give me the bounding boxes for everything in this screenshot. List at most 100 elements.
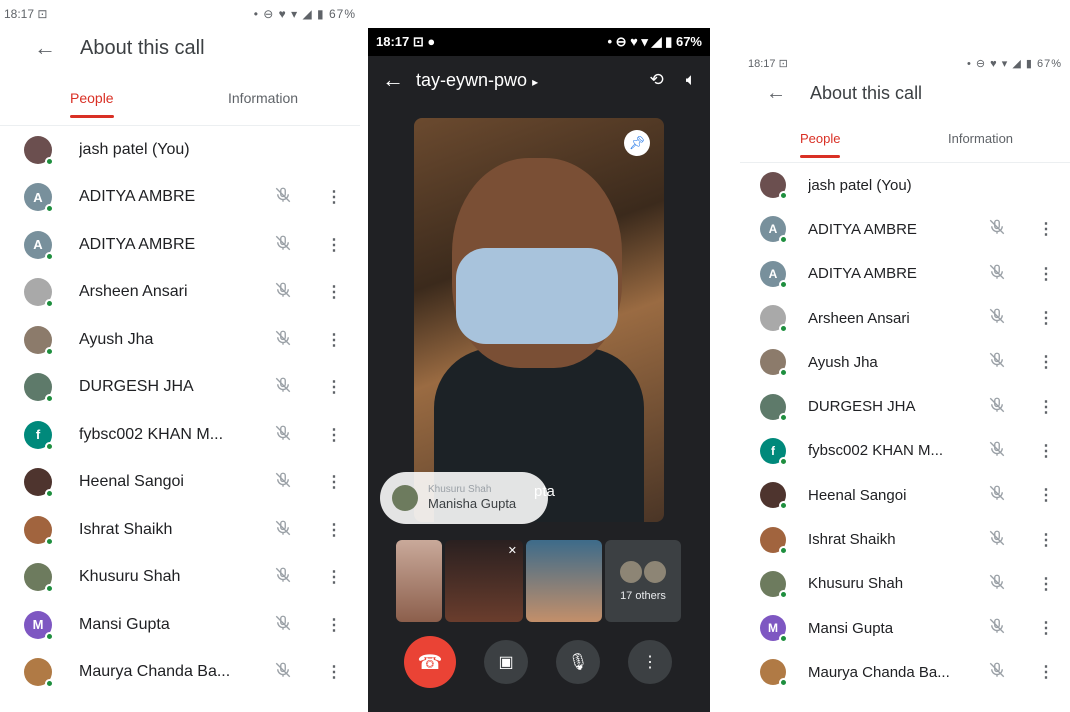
- more-vert-icon[interactable]: ⋮: [326, 235, 342, 255]
- mic-off-icon: [274, 424, 292, 446]
- pin-icon[interactable]: 📌︎: [624, 130, 650, 156]
- person-name: Khusuru Shah: [79, 568, 181, 586]
- battery-level: 67%: [675, 34, 702, 49]
- more-vert-icon[interactable]: ⋮: [1038, 574, 1054, 594]
- person-row[interactable]: Arsheen Ansari ⋮: [0, 269, 360, 317]
- cast-icon: ⊡: [37, 7, 48, 21]
- main-participant-video[interactable]: 📌︎ pta: [414, 118, 664, 522]
- avatar: [760, 482, 788, 511]
- person-row[interactable]: A ADITYA AMBRE ⋮: [0, 221, 360, 269]
- mic-off-icon: [274, 471, 292, 493]
- more-vert-icon[interactable]: ⋮: [1038, 219, 1054, 239]
- participant-thumbnail[interactable]: ✕: [445, 540, 523, 622]
- avatar: [24, 658, 54, 689]
- more-vert-icon[interactable]: ⋮: [326, 520, 342, 540]
- person-row[interactable]: f fybsc002 KHAN M... ⋮: [740, 429, 1070, 473]
- tab-information[interactable]: Information: [228, 90, 298, 106]
- avatar: [24, 373, 54, 404]
- person-row[interactable]: Heenal Sangoi ⋮: [740, 473, 1070, 517]
- avatar: A: [760, 216, 788, 245]
- mic-toggle-button[interactable]: 🎙︎: [556, 640, 600, 684]
- person-name: DURGESH JHA: [79, 378, 194, 396]
- person-row[interactable]: Arsheen Ansari ⋮: [740, 296, 1070, 340]
- more-vert-icon[interactable]: ⋮: [1038, 662, 1054, 682]
- tab-people[interactable]: People: [70, 90, 114, 118]
- person-row[interactable]: jash patel (You): [0, 126, 360, 174]
- avatar: f: [24, 420, 54, 451]
- person-row[interactable]: Ishrat Shaikh ⋮: [740, 517, 1070, 561]
- person-row[interactable]: Heenal Sangoi ⋮: [0, 459, 360, 507]
- participant-thumbnail[interactable]: [526, 540, 602, 622]
- back-arrow-icon[interactable]: ←: [766, 82, 810, 105]
- video-camera-icon: ▣: [498, 654, 514, 671]
- person-row[interactable]: Ayush Jha ⋮: [0, 316, 360, 364]
- more-vert-icon[interactable]: ⋮: [326, 615, 342, 635]
- more-vert-icon[interactable]: ⋮: [1038, 485, 1054, 505]
- person-row[interactable]: Khusuru Shah ⋮: [740, 562, 1070, 606]
- tab-information[interactable]: Information: [948, 131, 1013, 146]
- person-row[interactable]: DURGESH JHA ⋮: [0, 364, 360, 412]
- more-vert-icon[interactable]: ⋮: [326, 567, 342, 587]
- person-name: Mansi Gupta: [79, 615, 170, 633]
- person-row[interactable]: f fybsc002 KHAN M... ⋮: [0, 411, 360, 459]
- person-row[interactable]: A ADITYA AMBRE ⋮: [740, 252, 1070, 296]
- more-vert-icon[interactable]: ⋮: [326, 472, 342, 492]
- more-vert-icon[interactable]: ⋮: [1038, 618, 1054, 638]
- person-row[interactable]: Ayush Jha ⋮: [740, 340, 1070, 384]
- more-vert-icon[interactable]: ⋮: [1038, 308, 1054, 328]
- end-call-button[interactable]: ☎: [404, 636, 456, 688]
- more-vert-icon[interactable]: ⋮: [326, 282, 342, 302]
- mic-off-icon: [274, 566, 292, 588]
- person-name: Ishrat Shaikh: [808, 531, 896, 549]
- avatar: [24, 278, 54, 309]
- battery-level: 67%: [328, 7, 356, 21]
- avatar: M: [760, 615, 788, 644]
- chevron-right-icon: ▸: [532, 74, 539, 89]
- person-row[interactable]: A ADITYA AMBRE ⋮: [740, 207, 1070, 251]
- avatar-initial: A: [768, 222, 778, 237]
- more-vert-icon[interactable]: ⋮: [326, 377, 342, 397]
- status-icons: • ⊖ ♥ ▾ ◢ ▮: [253, 7, 325, 21]
- online-status-dot: [45, 489, 54, 499]
- back-arrow-icon[interactable]: ←: [382, 67, 416, 93]
- person-row[interactable]: Maurya Chanda Ba... ⋮: [740, 650, 1070, 694]
- person-name: Ayush Jha: [808, 353, 878, 371]
- mic-off-icon: [274, 186, 292, 208]
- more-vert-icon[interactable]: ⋮: [1038, 530, 1054, 550]
- participant-thumbnail[interactable]: [396, 540, 442, 622]
- person-row[interactable]: Maurya Chanda Ba... ⋮: [0, 649, 360, 697]
- more-vert-icon[interactable]: ⋮: [1038, 352, 1054, 372]
- speaker-icon[interactable]: 🔈︎: [686, 70, 696, 90]
- more-vert-icon[interactable]: ⋮: [1038, 264, 1054, 284]
- meeting-code-text: tay-eywn-pwo: [416, 69, 528, 90]
- person-row[interactable]: Ishrat Shaikh ⋮: [0, 506, 360, 554]
- person-row[interactable]: DURGESH JHA ⋮: [740, 384, 1070, 428]
- more-vert-icon[interactable]: ⋮: [326, 425, 342, 445]
- online-status-dot: [779, 634, 788, 644]
- person-row[interactable]: M Mansi Gupta ⋮: [0, 601, 360, 649]
- others-count: 17 others: [620, 590, 666, 602]
- tab-people[interactable]: People: [800, 131, 841, 158]
- person-row[interactable]: Khusuru Shah ⋮: [0, 554, 360, 602]
- more-vert-icon[interactable]: ⋮: [326, 330, 342, 350]
- call-panel: 18:17 ⊡ ● • ⊖ ♥ ▾ ◢ ▮ 67% ← tay-eywn-pwo…: [368, 28, 710, 712]
- more-vert-icon[interactable]: ⋮: [1038, 397, 1054, 417]
- person-row[interactable]: jash patel (You): [740, 163, 1070, 207]
- avatar: A: [24, 230, 54, 261]
- meeting-code[interactable]: tay-eywn-pwo ▸: [416, 70, 628, 91]
- more-vert-icon[interactable]: ⋮: [326, 187, 342, 207]
- avatar: [24, 135, 54, 166]
- back-arrow-icon[interactable]: ←: [34, 35, 80, 61]
- switch-camera-icon[interactable]: ⟲: [650, 70, 664, 90]
- avatar: [619, 560, 643, 584]
- person-row[interactable]: A ADITYA AMBRE ⋮: [0, 174, 360, 222]
- mic-off-icon: [274, 661, 292, 683]
- avatar: A: [24, 183, 54, 214]
- others-thumbnail[interactable]: 17 others: [605, 540, 681, 622]
- person-row[interactable]: M Mansi Gupta ⋮: [740, 606, 1070, 650]
- more-vert-icon[interactable]: ⋮: [326, 662, 342, 682]
- more-options-button[interactable]: ⋮: [628, 640, 672, 684]
- cast-icon: ⊡: [778, 57, 788, 70]
- camera-toggle-button[interactable]: ▣: [484, 640, 528, 684]
- more-vert-icon[interactable]: ⋮: [1038, 441, 1054, 461]
